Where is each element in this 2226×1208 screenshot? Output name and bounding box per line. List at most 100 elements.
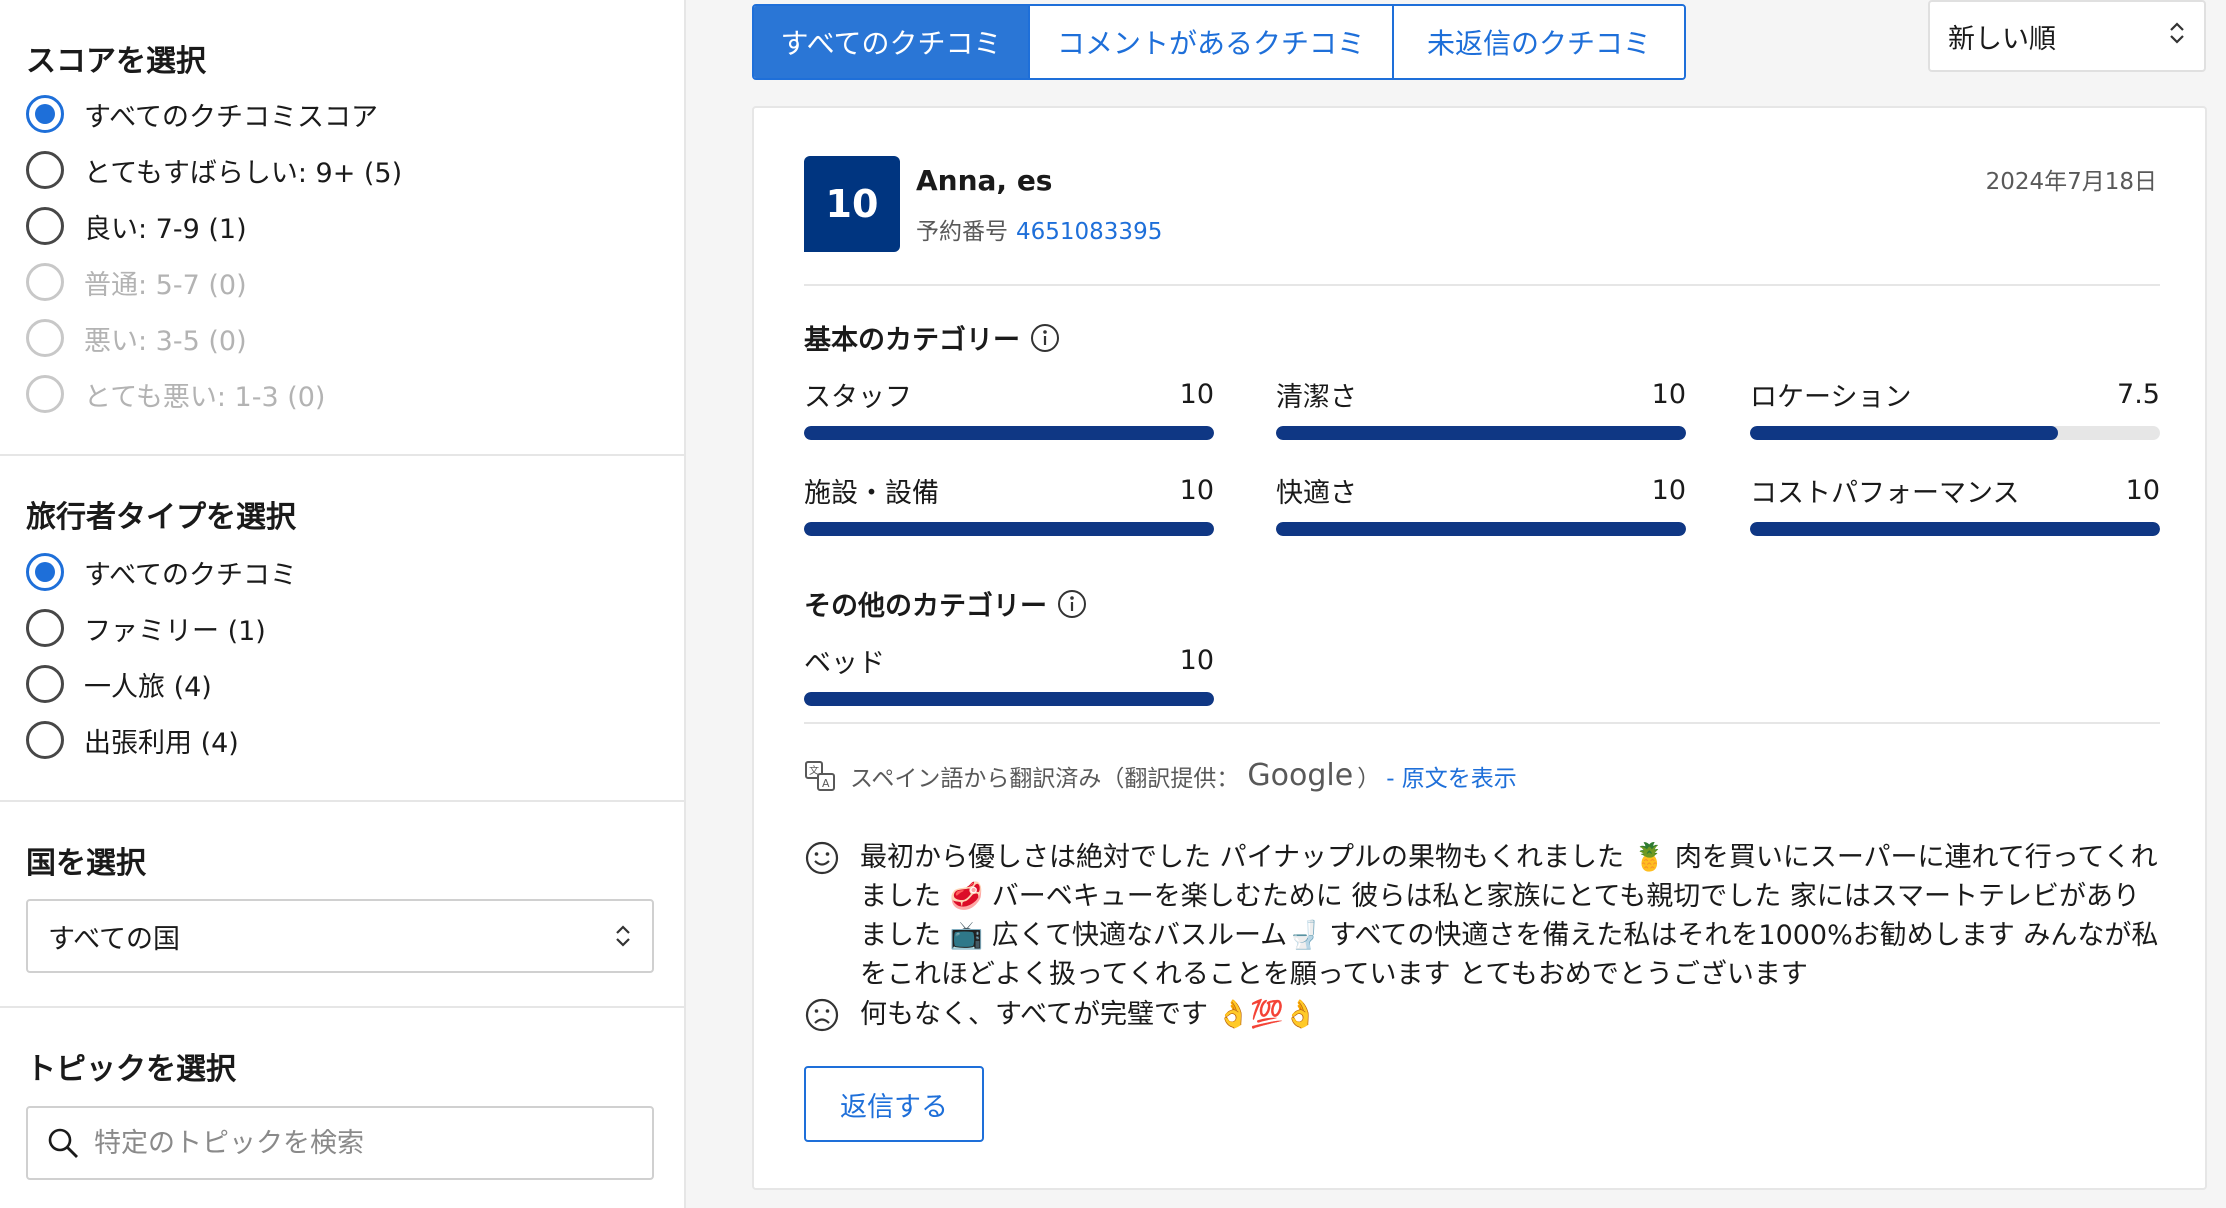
svg-text:文: 文 (809, 764, 819, 777)
tab-unreplied-reviews[interactable]: 未返信のクチコミ (1394, 6, 1684, 78)
category-score: 10 (1651, 474, 1686, 506)
category-rating: ベッド 10 (804, 642, 1214, 706)
score-filter-option: 悪い: 3-5 (0) (26, 316, 247, 360)
traveler-filter-title: 旅行者タイプを選択 (26, 500, 296, 535)
category-score: 10 (1179, 378, 1214, 410)
score-filter-option[interactable]: すべてのクチコミスコア (26, 92, 378, 136)
radio-button (26, 375, 64, 413)
sort-select[interactable]: 新しい順 (1928, 0, 2206, 72)
category-rating: 清潔さ 10 (1276, 376, 1686, 440)
booking-number-link[interactable]: 4651083395 (1016, 219, 1162, 245)
traveler-filter-option[interactable]: 出張利用 (4) (26, 718, 239, 762)
basic-categories-label: 基本のカテゴリー (804, 325, 1020, 356)
score-filter-option[interactable]: とてもすばらしい: 9+ (5) (26, 148, 402, 192)
category-score-bar (1276, 426, 1686, 440)
category-label: ロケーション (1750, 381, 1912, 413)
topic-search-input[interactable] (94, 1127, 634, 1159)
divider (0, 454, 686, 456)
traveler-filter-option[interactable]: すべてのクチコミ (26, 550, 297, 594)
radio-button[interactable] (26, 151, 64, 189)
category-score-bar-fill (1750, 522, 2160, 536)
category-rating: コストパフォーマンス 10 (1750, 472, 2160, 536)
traveler-filter-option-label: 一人旅 (4) (84, 671, 212, 703)
score-filter-option-label: とても悪い: 1-3 (0) (84, 381, 326, 413)
category-score-bar (1750, 426, 2160, 440)
category-score-bar-fill (1276, 522, 1686, 536)
country-select[interactable]: すべての国 (26, 899, 654, 973)
category-score-bar-fill (804, 692, 1214, 706)
review-date: 2024年7月18日 (1985, 169, 2157, 195)
radio-button[interactable] (26, 609, 64, 647)
positive-review-text: 最初から優しさは絶対でした パイナップルの果物もくれました 🍍 肉を買いにスーパ… (860, 842, 2159, 990)
category-score-bar-fill (804, 522, 1214, 536)
divider (0, 800, 686, 802)
tab-reviews-with-comments[interactable]: コメントがあるクチコミ (1030, 6, 1394, 78)
traveler-filter-option-label: ファミリー (1) (84, 615, 266, 647)
radio-button-selected[interactable] (26, 95, 64, 133)
category-rating: スタッフ 10 (804, 376, 1214, 440)
other-categories-label: その他のカテゴリー (804, 591, 1047, 622)
booking-label: 予約番号 (916, 219, 1008, 245)
score-filter-option[interactable]: 良い: 7-9 (1) (26, 204, 247, 248)
category-rating: 快適さ 10 (1276, 472, 1686, 536)
chevron-up-down-icon (614, 923, 632, 949)
smiley-face-icon (805, 841, 839, 875)
positive-review: 最初から優しさは絶対でした パイナップルの果物もくれました 🍍 肉を買いにスーパ… (804, 838, 2160, 994)
score-filter-option-label: 良い: 7-9 (1) (84, 213, 247, 245)
review-score-badge: 10 (804, 156, 900, 252)
info-icon[interactable] (1030, 323, 1060, 353)
score-filter-option-label: 悪い: 3-5 (0) (84, 325, 247, 357)
radio-button-selected[interactable] (26, 553, 64, 591)
traveler-filter-option-label: すべてのクチコミ (84, 559, 298, 591)
category-score: 10 (1651, 378, 1686, 410)
category-score-bar (804, 522, 1214, 536)
divider (0, 1006, 686, 1008)
category-score-bar (804, 692, 1214, 706)
translate-icon: 文 A (805, 760, 835, 791)
category-score-bar (1750, 522, 2160, 536)
country-filter-title: 国を選択 (26, 846, 146, 881)
category-score: 10 (2125, 474, 2160, 506)
radio-button[interactable] (26, 721, 64, 759)
chevron-up-down-icon (2168, 20, 2186, 53)
score-filter-title: スコアを選択 (26, 44, 206, 79)
reply-button[interactable]: 返信する (804, 1066, 984, 1142)
radio-button[interactable] (26, 207, 64, 245)
tab-all-reviews[interactable]: すべてのクチコミ (754, 6, 1030, 78)
negative-review: 何もなく、すべてが完璧です 👌💯👌 (804, 995, 2160, 1034)
category-rating: ロケーション 7.5 (1750, 376, 2160, 440)
category-score-bar (1276, 522, 1686, 536)
category-label: 施設・設備 (804, 477, 939, 509)
category-label: スタッフ (804, 381, 912, 413)
country-select-value: すべての国 (48, 923, 181, 955)
reviewer-name: Anna, es (916, 164, 1053, 197)
radio-button (26, 319, 64, 357)
other-categories-title: その他のカテゴリー (804, 584, 1087, 623)
category-rating: 施設・設備 10 (804, 472, 1214, 536)
category-score-bar-fill (1750, 426, 2058, 440)
score-filter-option: 普通: 5-7 (0) (26, 260, 247, 304)
google-wordmark: Google (1247, 758, 1354, 793)
translation-notice: 文 A スペイン語から翻訳済み（翻訳提供： Google ） - 原文を表示 (804, 758, 1517, 793)
category-label: 快適さ (1276, 477, 1357, 509)
review-filter-tabs: すべてのクチコミ コメントがあるクチコミ 未返信のクチコミ (752, 4, 1686, 80)
sort-select-value: 新しい順 (1948, 23, 2056, 55)
traveler-filter-option[interactable]: 一人旅 (4) (26, 662, 212, 706)
show-original-link[interactable]: - 原文を表示 (1386, 759, 1517, 793)
info-icon[interactable] (1057, 589, 1087, 619)
traveler-filter-option[interactable]: ファミリー (1) (26, 606, 266, 650)
category-score-bar (804, 426, 1214, 440)
radio-button[interactable] (26, 665, 64, 703)
radio-button (26, 263, 64, 301)
category-label: コストパフォーマンス (1750, 477, 2020, 509)
category-label: 清潔さ (1276, 381, 1357, 413)
score-filter-option-label: とてもすばらしい: 9+ (5) (84, 157, 403, 189)
topic-search-box[interactable] (26, 1106, 654, 1180)
score-filter-option-label: すべてのクチコミスコア (84, 101, 379, 133)
basic-categories-title: 基本のカテゴリー (804, 318, 1060, 357)
review-card: 10 Anna, es 予約番号 4651083395 2024年7月18日 基本… (752, 106, 2207, 1190)
category-score-bar-fill (804, 426, 1214, 440)
category-score: 10 (1179, 644, 1214, 676)
negative-review-text: 何もなく、すべてが完璧です 👌💯👌 (860, 999, 1318, 1030)
divider (804, 284, 2160, 286)
